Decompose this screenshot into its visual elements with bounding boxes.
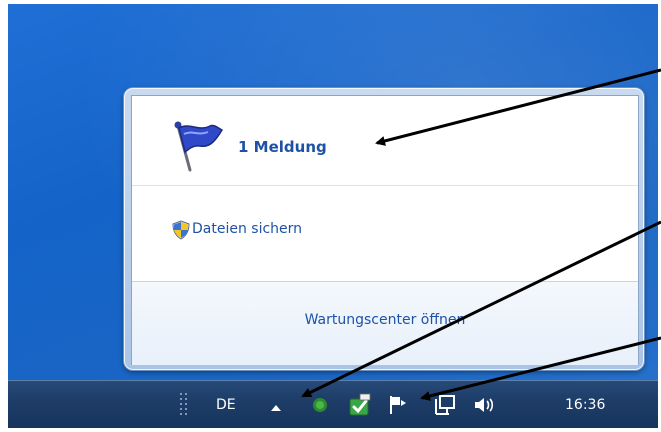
annotation-arrows [301,68,661,401]
arrow-to-messages [375,68,661,146]
arrow-to-hidden-icons [301,220,661,398]
arrow-to-flag [420,336,661,401]
